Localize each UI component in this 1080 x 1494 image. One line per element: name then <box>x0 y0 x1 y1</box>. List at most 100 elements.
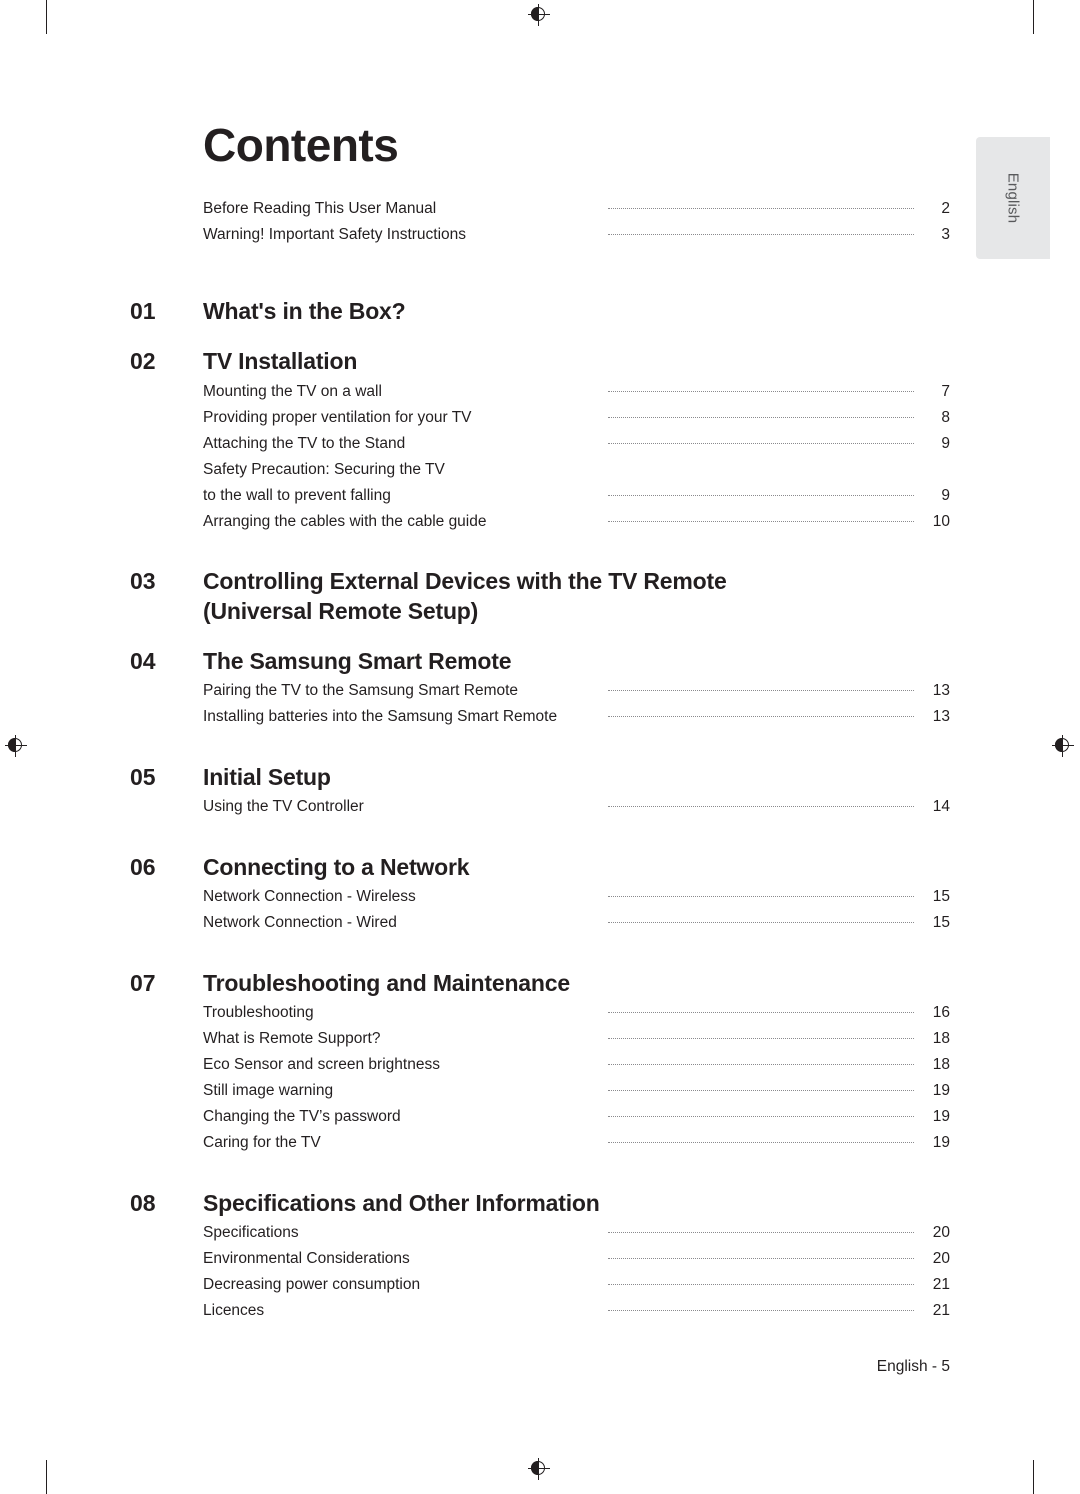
toc-group-03[interactable]: 03 Controlling External Devices with the… <box>130 566 950 626</box>
toc-entry[interactable]: Using the TV Controller 14 <box>130 798 950 824</box>
toc-entry-label: Attaching the TV to the Stand <box>203 435 406 452</box>
leader-dots <box>608 1258 914 1259</box>
toc-group-title: Controlling External Devices with the TV… <box>203 568 727 624</box>
toc-group-number: 08 <box>130 1190 156 1216</box>
leader-dots <box>608 922 914 923</box>
toc-entry-label: Troubleshooting <box>203 1004 314 1021</box>
toc-entry-label: Using the TV Controller <box>203 798 364 815</box>
toc-entry[interactable]: Attaching the TV to the Stand 9 <box>130 435 950 461</box>
toc-entry[interactable]: Specifications 20 <box>130 1224 950 1250</box>
toc-entry-page: 7 <box>941 383 950 400</box>
toc-entry-label: Caring for the TV <box>203 1134 321 1151</box>
toc-entry-page: 3 <box>941 226 950 243</box>
toc-group-number: 04 <box>130 648 156 674</box>
toc-entry-page: 13 <box>932 682 950 699</box>
leader-dots <box>608 1064 914 1065</box>
toc-entry-label: Eco Sensor and screen brightness <box>203 1056 440 1073</box>
toc-entry[interactable]: Mounting the TV on a wall 7 <box>130 383 950 409</box>
toc-entry[interactable]: Environmental Considerations 20 <box>130 1250 950 1276</box>
toc-entry[interactable]: Installing batteries into the Samsung Sm… <box>130 708 950 734</box>
toc-group-title: Initial Setup <box>203 764 331 790</box>
toc-entry-label: Still image warning <box>203 1082 334 1099</box>
toc-entry-page: 20 <box>932 1224 950 1241</box>
toc-entry-label: Network Connection - Wireless <box>203 888 416 905</box>
toc-entry[interactable]: Warning! Important Safety Instructions 3 <box>130 226 950 252</box>
preface-entries: Before Reading This User Manual 2 Warnin… <box>130 200 950 252</box>
toc-group-title: TV Installation <box>203 348 358 374</box>
toc-entry-label: Licences <box>203 1302 265 1319</box>
toc-entry-page: 15 <box>932 888 950 905</box>
toc-group-07[interactable]: 07 Troubleshooting and Maintenance <box>130 968 950 998</box>
toc-entry-page: 21 <box>932 1276 950 1293</box>
leader-dots <box>608 1116 914 1117</box>
toc-entry-label: Network Connection - Wired <box>203 914 397 931</box>
toc-entry[interactable]: Pairing the TV to the Samsung Smart Remo… <box>130 682 950 708</box>
toc-group-number: 01 <box>130 298 156 324</box>
toc-group-02[interactable]: 02 TV Installation <box>130 346 950 376</box>
toc-group-04[interactable]: 04 The Samsung Smart Remote <box>130 646 950 676</box>
toc-group-number: 07 <box>130 970 156 996</box>
toc-entry[interactable]: Troubleshooting 16 <box>130 1004 950 1030</box>
toc-group-05[interactable]: 05 Initial Setup <box>130 762 950 792</box>
toc-entry[interactable]: Arranging the cables with the cable guid… <box>130 513 950 539</box>
leader-dots <box>608 716 914 717</box>
toc-group-08[interactable]: 08 Specifications and Other Information <box>130 1188 950 1218</box>
toc-group-06-entries: Network Connection - Wireless 15 Network… <box>130 888 950 940</box>
toc-entry[interactable]: Network Connection - Wired 15 <box>130 914 950 940</box>
page-content: Contents Before Reading This User Manual… <box>0 0 1080 1494</box>
toc-entry-page: 8 <box>941 409 950 426</box>
toc-entry[interactable]: Safety Precaution: Securing the TV <box>130 461 950 487</box>
toc-entry-page: 9 <box>941 487 950 504</box>
toc-entry[interactable]: Still image warning 19 <box>130 1082 950 1108</box>
toc-entry[interactable]: Decreasing power consumption 21 <box>130 1276 950 1302</box>
toc-entry-page: 19 <box>932 1134 950 1151</box>
toc-group-02-entries: Mounting the TV on a wall 7 Providing pr… <box>130 383 950 539</box>
leader-dots <box>608 1038 914 1039</box>
toc-entry[interactable]: Caring for the TV 19 <box>130 1134 950 1160</box>
toc-group-06[interactable]: 06 Connecting to a Network <box>130 852 950 882</box>
leader-dots <box>608 469 914 470</box>
toc-entry-page: 19 <box>932 1082 950 1099</box>
toc-entry-page: 14 <box>932 798 950 815</box>
toc-group-number: 05 <box>130 764 156 790</box>
leader-dots <box>608 896 914 897</box>
toc-entry-page: 18 <box>932 1030 950 1047</box>
toc-entry-label: Changing the TV’s password <box>203 1108 401 1125</box>
toc-group-01[interactable]: 01 What's in the Box? <box>130 296 950 326</box>
toc-entry-label: Arranging the cables with the cable guid… <box>203 513 487 530</box>
toc-entry-label: to the wall to prevent falling <box>203 487 391 504</box>
toc-entry-label: Specifications <box>203 1224 299 1241</box>
leader-dots <box>608 443 914 444</box>
leader-dots <box>608 806 914 807</box>
toc-group-05-entries: Using the TV Controller 14 <box>130 798 950 824</box>
toc-entry-page: 18 <box>932 1056 950 1073</box>
toc-entry-page: 15 <box>932 914 950 931</box>
toc-entry-label: Providing proper ventilation for your TV <box>203 409 472 426</box>
toc-entry-label: Mounting the TV on a wall <box>203 383 382 400</box>
toc-group-07-entries: Troubleshooting 16 What is Remote Suppor… <box>130 1004 950 1160</box>
toc-entry-label: What is Remote Support? <box>203 1030 381 1047</box>
toc-entry-label: Environmental Considerations <box>203 1250 410 1267</box>
toc-group-title: Connecting to a Network <box>203 854 470 880</box>
toc-entry[interactable]: to the wall to prevent falling 9 <box>130 487 950 513</box>
toc-entry[interactable]: Licences 21 <box>130 1302 950 1328</box>
leader-dots <box>608 1284 914 1285</box>
toc-group-04-entries: Pairing the TV to the Samsung Smart Remo… <box>130 682 950 734</box>
leader-dots <box>608 1232 914 1233</box>
toc-entry-page: 10 <box>932 513 950 530</box>
toc-group-number: 03 <box>130 568 156 594</box>
leader-dots <box>608 495 914 496</box>
leader-dots <box>608 417 914 418</box>
toc-entry-page: 16 <box>932 1004 950 1021</box>
leader-dots <box>608 521 914 522</box>
toc-entry[interactable]: What is Remote Support? 18 <box>130 1030 950 1056</box>
toc-entry[interactable]: Providing proper ventilation for your TV… <box>130 409 950 435</box>
toc-entry-page: 19 <box>932 1108 950 1125</box>
toc-entry-label: Installing batteries into the Samsung Sm… <box>203 708 558 725</box>
toc-group-title: Troubleshooting and Maintenance <box>203 970 570 996</box>
toc-entry[interactable]: Before Reading This User Manual 2 <box>130 200 950 226</box>
toc-entry[interactable]: Changing the TV’s password 19 <box>130 1108 950 1134</box>
toc-entry-label: Decreasing power consumption <box>203 1276 421 1293</box>
toc-entry[interactable]: Eco Sensor and screen brightness 18 <box>130 1056 950 1082</box>
toc-entry[interactable]: Network Connection - Wireless 15 <box>130 888 950 914</box>
